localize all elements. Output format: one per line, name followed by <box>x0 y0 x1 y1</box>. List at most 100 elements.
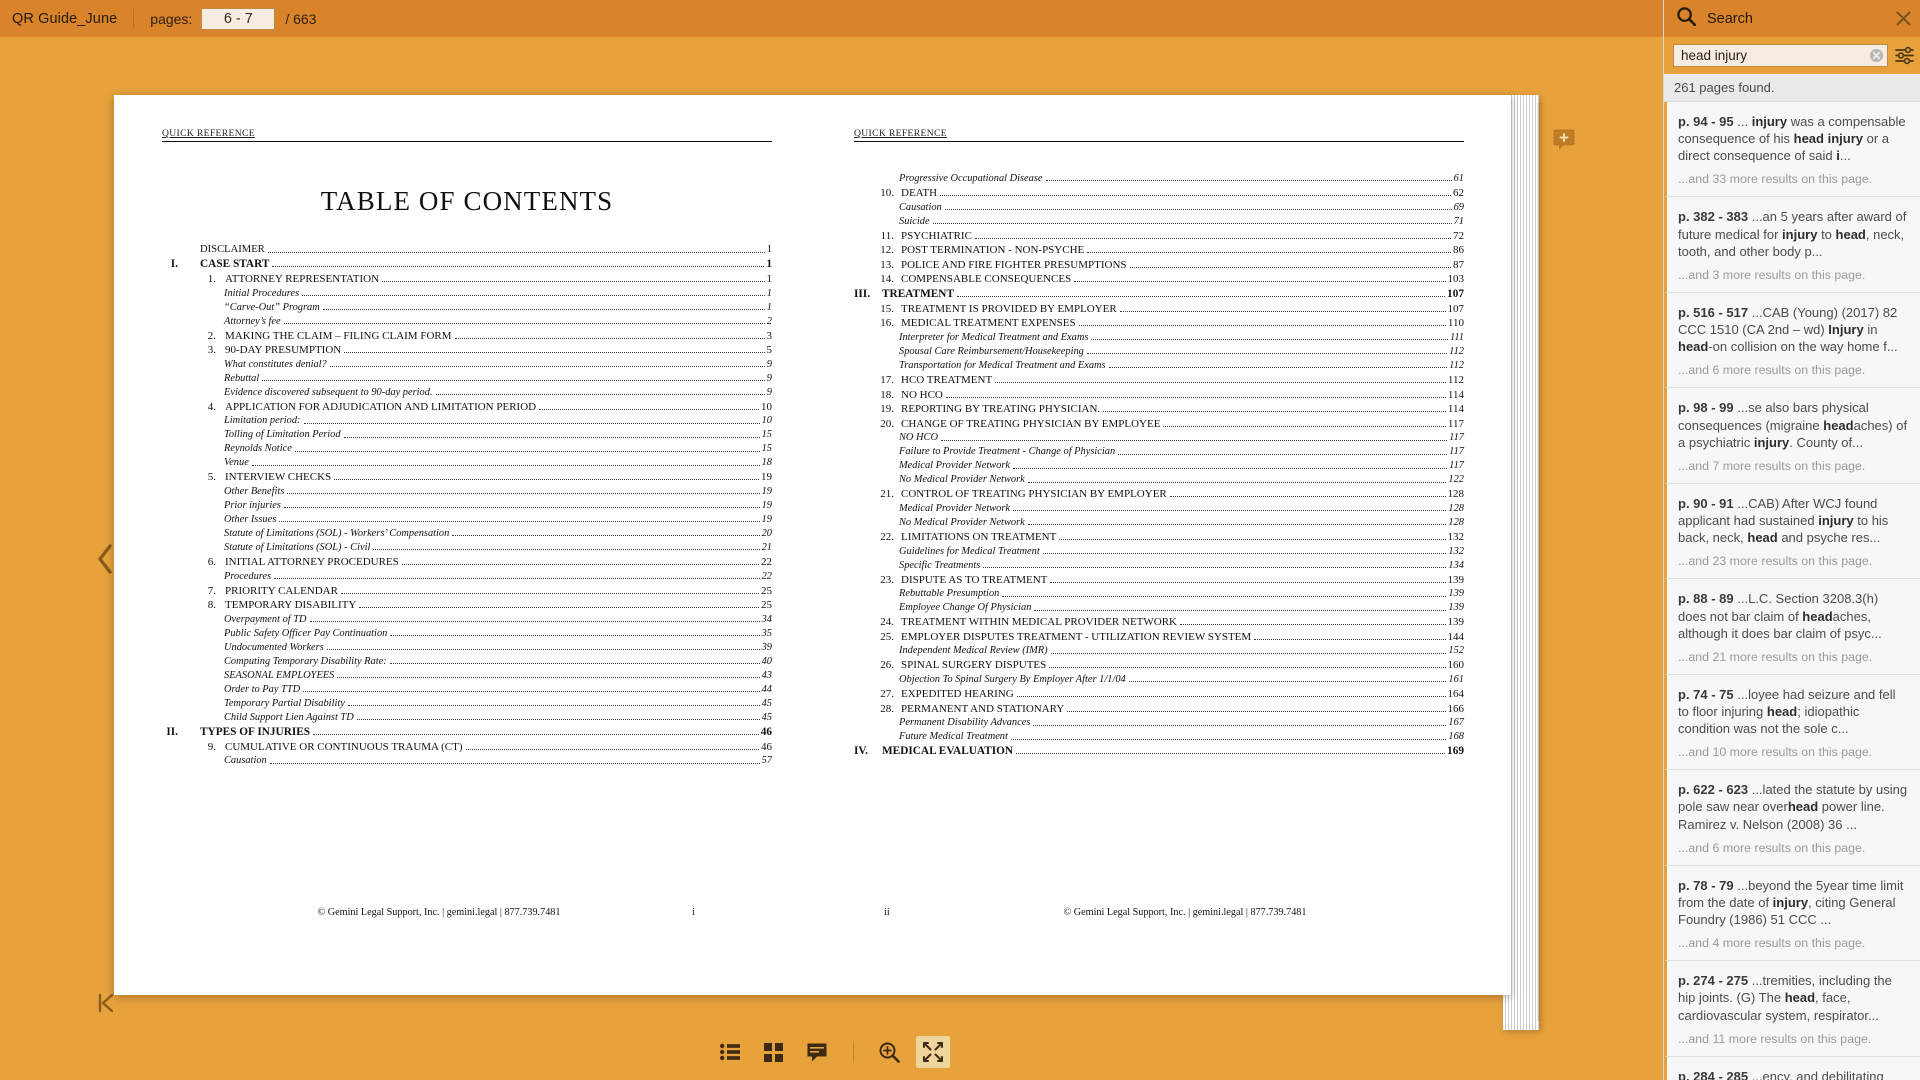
toc-entry[interactable]: IV. MEDICAL EVALUATION 169 <box>854 745 1464 757</box>
search-input[interactable] <box>1673 44 1888 67</box>
toc-entry[interactable]: “Carve-Out” Program 1 <box>162 302 772 313</box>
search-results-list[interactable]: p. 94 - 95 ... injury was a compensable … <box>1664 102 1920 1080</box>
toc-entry[interactable]: 15. TREATMENT IS PROVIDED BY EMPLOYER 107 <box>854 303 1464 315</box>
toc-entry[interactable]: 8. TEMPORARY DISABILITY 25 <box>162 600 772 611</box>
toc-entry[interactable]: Other Issues 19 <box>162 514 772 525</box>
toc-entry[interactable]: Failure to Provide Treatment - Change of… <box>854 447 1464 458</box>
toc-entry[interactable]: No Medical Provider Network 128 <box>854 517 1464 528</box>
toc-entry[interactable]: Independent Medical Review (IMR) 152 <box>854 645 1464 656</box>
toc-entry[interactable]: 26. SPINAL SURGERY DISPUTES 160 <box>854 660 1464 671</box>
toc-entry[interactable]: 6. INITIAL ATTORNEY PROCEDURES 22 <box>162 557 772 568</box>
search-result-item[interactable]: p. 516 - 517 ...CAB (Young) (2017) 82 CC… <box>1664 292 1920 389</box>
toc-entry[interactable]: Temporary Partial Disability 45 <box>162 698 772 709</box>
toc-entry[interactable]: Public Safety Officer Pay Continuation 35 <box>162 628 772 639</box>
search-result-item[interactable]: p. 622 - 623 ...lated the statute by usi… <box>1664 770 1920 866</box>
toc-entry[interactable]: NO HCO 117 <box>854 433 1464 444</box>
toc-entry[interactable]: Rebuttal 9 <box>162 373 772 384</box>
search-result-item[interactable]: p. 382 - 383 ...an 5 years after award o… <box>1664 197 1920 293</box>
toc-entry[interactable]: 27. EXPEDITED HEARING 164 <box>854 688 1464 700</box>
toc-entry[interactable]: Other Benefits 19 <box>162 486 772 497</box>
toc-entry[interactable]: Procedures 22 <box>162 571 772 582</box>
clear-search-icon[interactable] <box>1869 48 1884 63</box>
search-result-item[interactable]: p. 88 - 89 ...L.C. Section 3208.3(h) doe… <box>1664 579 1920 675</box>
toc-entry[interactable]: Child Support Lien Against TD 45 <box>162 712 772 723</box>
toc-entry[interactable]: II. TYPES OF INJURIES 46 <box>162 726 772 738</box>
search-settings-icon[interactable] <box>1895 46 1914 65</box>
toc-entry[interactable]: Causation 69 <box>854 202 1464 213</box>
toc-entry[interactable]: Statute of Limitations (SOL) - Workers’ … <box>162 528 772 539</box>
toc-entry[interactable]: No Medical Provider Network 122 <box>854 475 1464 486</box>
toc-entry[interactable]: Progressive Occupational Disease 61 <box>854 173 1464 184</box>
toc-entry[interactable]: Venue 18 <box>162 458 772 469</box>
toc-entry[interactable]: Initial Procedures 1 <box>162 288 772 299</box>
close-icon[interactable] <box>1894 10 1912 28</box>
toc-entry[interactable]: 21. CONTROL OF TREATING PHYSICIAN BY EMPL… <box>854 489 1464 500</box>
toc-entry[interactable]: Objection To Spinal Surgery By Employer … <box>854 674 1464 685</box>
toc-entry[interactable]: DISCLAIMER 1 <box>162 244 772 256</box>
search-result-item[interactable]: p. 284 - 285 ...ency, and debilitating n… <box>1664 1056 1920 1080</box>
page-number-input[interactable] <box>201 7 276 30</box>
toc-entry[interactable]: 25. EMPLOYER DISPUTES TREATMENT - UTILIZA… <box>854 631 1464 643</box>
search-result-item[interactable]: p. 74 - 75 ...loyee had seizure and fell… <box>1664 674 1920 771</box>
toc-entry[interactable]: Transportation for Medical Treatment and… <box>854 360 1464 371</box>
toc-entry[interactable]: 1. ATTORNEY REPRESENTATION 1 <box>162 274 772 285</box>
page-right[interactable]: QUICK REFERENCE Progressive Occupational… <box>812 95 1510 995</box>
toc-entry[interactable]: Suicide 71 <box>854 216 1464 227</box>
toc-entry[interactable]: 7. PRIORITY CALENDAR 25 <box>162 585 772 597</box>
toc-entry[interactable]: 5. INTERVIEW CHECKS 19 <box>162 472 772 483</box>
toc-entry[interactable]: Rebuttable Presumption 139 <box>854 588 1464 599</box>
toc-entry[interactable]: 18. NO HCO 114 <box>854 389 1464 401</box>
toc-entry[interactable]: Undocumented Workers 39 <box>162 642 772 653</box>
toc-entry[interactable]: Interpreter for Medical Treatment and Ex… <box>854 332 1464 343</box>
toc-entry[interactable]: 3. 90-DAY PRESUMPTION 5 <box>162 345 772 356</box>
add-note-button[interactable] <box>1553 129 1575 151</box>
toc-entry[interactable]: 22. LIMITATIONS ON TREATMENT 132 <box>854 532 1464 543</box>
toc-entry[interactable]: Prior injuries 19 <box>162 500 772 511</box>
toc-entry[interactable]: 17. HCO TREATMENT 112 <box>854 375 1464 386</box>
notes-button[interactable] <box>800 1036 834 1068</box>
toc-entry[interactable]: 23. DISPUTE AS TO TREATMENT 139 <box>854 574 1464 586</box>
toc-entry[interactable]: Specific Treatments 134 <box>854 560 1464 571</box>
toc-entry[interactable]: Overpayment of TD 34 <box>162 614 772 625</box>
search-result-item[interactable]: p. 274 - 275 ...tremities, including the… <box>1664 961 1920 1057</box>
toc-entry[interactable]: Guidelines for Medical Treatment 132 <box>854 546 1464 557</box>
toc-entry[interactable]: Employee Change Of Physician 139 <box>854 602 1464 613</box>
search-result-item[interactable]: p. 78 - 79 ...beyond the 5year time limi… <box>1664 865 1920 962</box>
toc-entry[interactable]: 24. TREATMENT WITHIN MEDICAL PROVIDER NET… <box>854 617 1464 628</box>
toc-entry[interactable]: 10. DEATH 62 <box>854 188 1464 199</box>
toc-entry[interactable]: Order to Pay TTD 44 <box>162 684 772 695</box>
toc-entry[interactable]: 12. POST TERMINATION - NON-PSYCHE 86 <box>854 245 1464 256</box>
toc-entry[interactable]: 11. PSYCHIATRIC 72 <box>854 230 1464 242</box>
toc-entry[interactable]: Permanent Disability Advances 167 <box>854 717 1464 728</box>
toc-entry[interactable]: Statute of Limitations (SOL) - Civil 21 <box>162 542 772 553</box>
toc-entry[interactable]: 20. CHANGE OF TREATING PHYSICIAN BY EMPLO… <box>854 418 1464 430</box>
grid-view-button[interactable] <box>757 1036 791 1068</box>
fit-screen-button[interactable] <box>915 1036 950 1068</box>
toc-entry[interactable]: 16. MEDICAL TREATMENT EXPENSES 110 <box>854 318 1464 329</box>
zoom-in-button[interactable] <box>873 1036 907 1068</box>
list-view-button[interactable] <box>714 1036 748 1068</box>
toc-entry[interactable]: What constitutes denial? 9 <box>162 359 772 370</box>
toc-entry[interactable]: 2. MAKING THE CLAIM – FILING CLAIM FORM 3 <box>162 330 772 342</box>
toc-entry[interactable]: I. CASE START 1 <box>162 258 772 270</box>
toc-entry[interactable]: 13. POLICE AND FIRE FIGHTER PRESUMPTIONS 8… <box>854 259 1464 271</box>
toc-entry[interactable]: III. TREATMENT 107 <box>854 288 1464 300</box>
toc-entry[interactable]: Limitation period: 10 <box>162 416 772 427</box>
search-result-item[interactable]: p. 94 - 95 ... injury was a compensable … <box>1664 102 1920 198</box>
toc-entry[interactable]: Evidence discovered subsequent to 90-day… <box>162 387 772 398</box>
toc-entry[interactable]: 14. COMPENSABLE CONSEQUENCES 103 <box>854 274 1464 285</box>
toc-entry[interactable]: Future Medical Treatment 168 <box>854 731 1464 742</box>
page-left[interactable]: QUICK REFERENCE TABLE OF CONTENTS DISCLA… <box>114 95 812 995</box>
toc-entry[interactable]: Medical Provider Network 117 <box>854 461 1464 472</box>
search-result-item[interactable]: p. 98 - 99 ...se also bars physical cons… <box>1664 388 1920 484</box>
toc-entry[interactable]: Tolling of Limitation Period 15 <box>162 430 772 441</box>
toc-entry[interactable]: Causation 57 <box>162 755 772 766</box>
toc-entry[interactable]: Medical Provider Network 128 <box>854 503 1464 514</box>
toc-entry[interactable]: SEASONAL EMPLOYEES 43 <box>162 670 772 681</box>
toc-entry[interactable]: 28. PERMANENT AND STATIONARY 166 <box>854 703 1464 715</box>
toc-entry[interactable]: 19. REPORTING BY TREATING PHYSICIAN. 114 <box>854 404 1464 415</box>
toc-entry[interactable]: Attorney’s fee 2 <box>162 316 772 327</box>
toc-entry[interactable]: 4. APPLICATION FOR ADJUDICATION AND LIMIT… <box>162 401 772 413</box>
toc-entry[interactable]: 9. CUMULATIVE OR CONTINUOUS TRAUMA (CT) 46 <box>162 741 772 753</box>
toc-entry[interactable]: Computing Temporary Disability Rate: 40 <box>162 656 772 667</box>
